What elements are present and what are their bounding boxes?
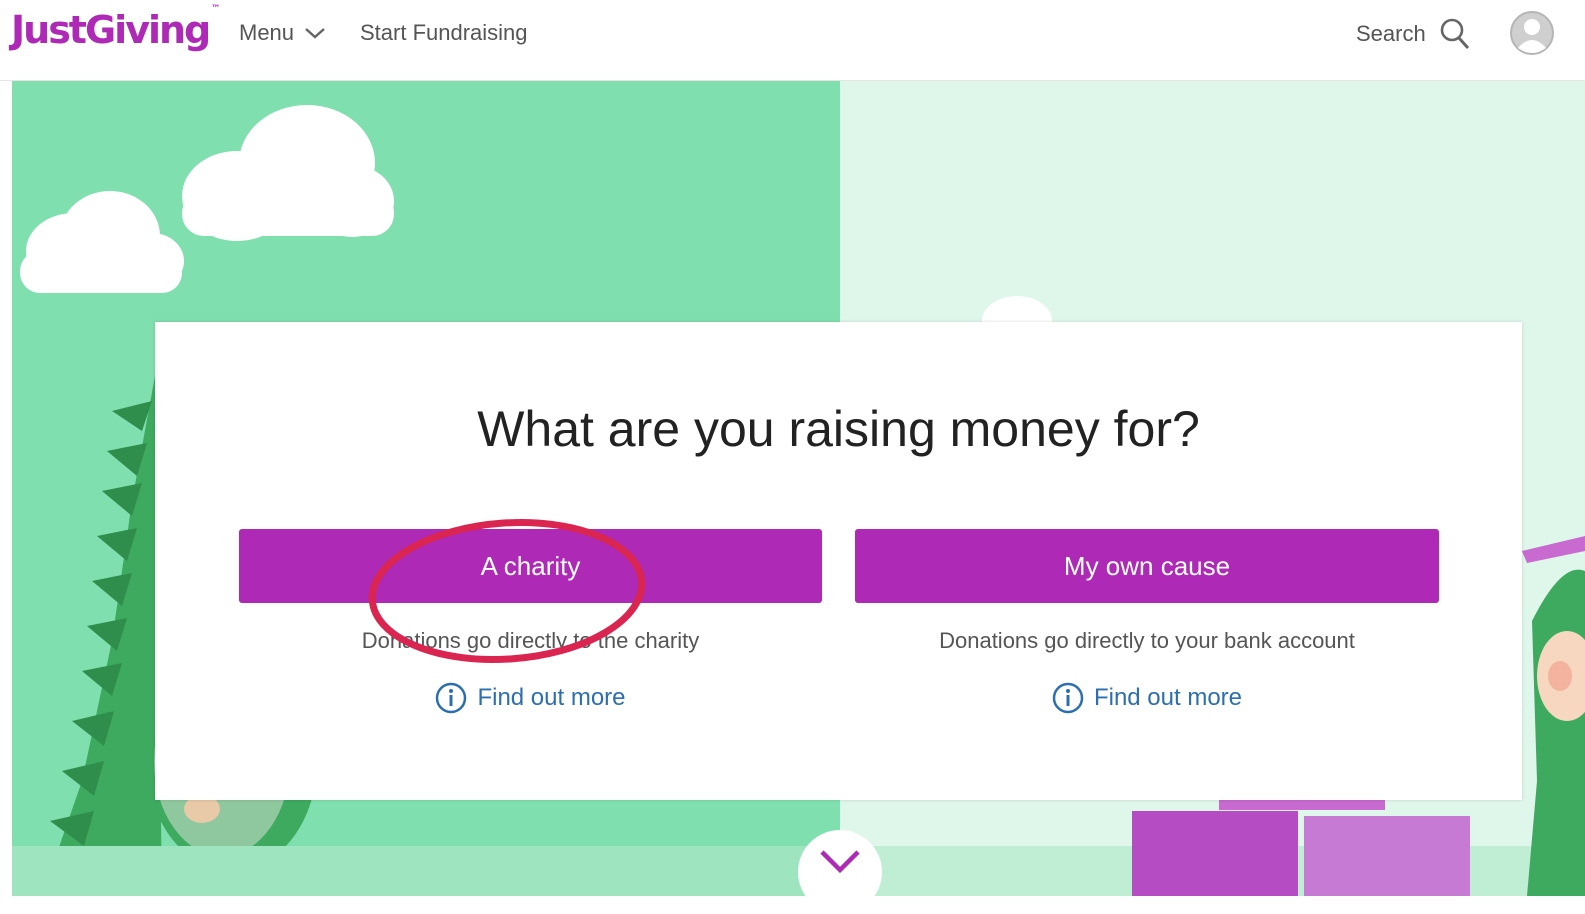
my-own-cause-button[interactable]: My own cause — [855, 529, 1439, 603]
cloud-icon — [182, 105, 394, 241]
find-out-more-charity-link[interactable]: Find out more — [239, 682, 822, 714]
info-icon — [1052, 682, 1084, 714]
scroll-down-button[interactable] — [798, 830, 882, 914]
scroll-down-chevron-icon — [820, 850, 860, 874]
find-out-more-own-cause-link[interactable]: Find out more — [855, 682, 1439, 714]
user-avatar-icon[interactable] — [1510, 10, 1554, 56]
logo-text: JustGiving — [11, 8, 211, 52]
fundraising-type-card: What are you raising money for? A charit… — [155, 322, 1522, 800]
menu-dropdown[interactable]: Menu — [239, 20, 326, 46]
search-icon — [1440, 18, 1469, 50]
search-label: Search — [1356, 21, 1426, 46]
chevron-down-icon — [305, 28, 325, 39]
find-out-more-label: Find out more — [1093, 684, 1243, 711]
own-cause-description: Donations go directly to your bank accou… — [939, 628, 1355, 653]
info-icon — [436, 682, 467, 714]
search-button[interactable]: Search — [1356, 18, 1470, 50]
start-fundraising-link[interactable]: Start Fundraising — [360, 20, 528, 46]
charity-description: Donations go directly to the charity — [361, 628, 700, 653]
justgiving-logo[interactable]: JustGiving ™ — [11, 4, 220, 52]
menu-label: Menu — [239, 20, 295, 45]
find-out-more-label: Find out more — [477, 684, 626, 711]
site-header: JustGiving ™ Menu Start Fundraising Searc… — [0, 0, 1585, 81]
page-title: What are you raising money for? — [477, 401, 1200, 457]
a-charity-button[interactable]: A charity — [239, 529, 822, 603]
logo-trademark: ™ — [211, 4, 221, 15]
